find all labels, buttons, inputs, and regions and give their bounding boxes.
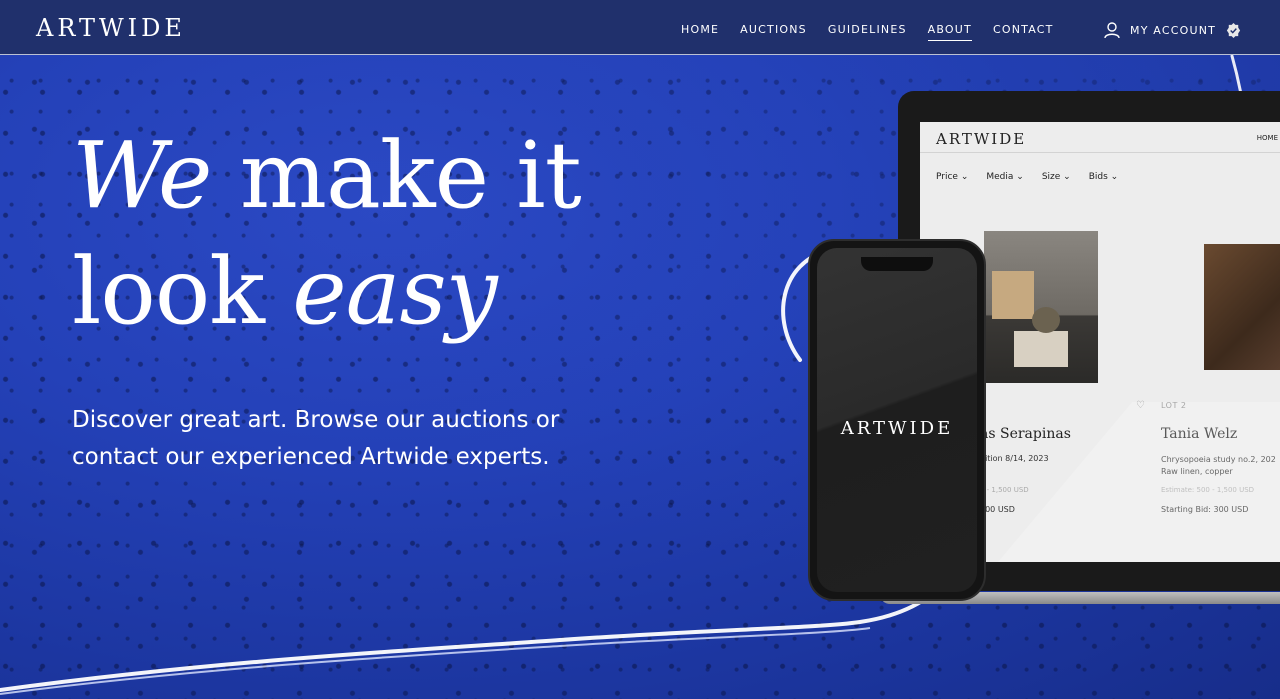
artwork-image-1 xyxy=(984,231,1098,383)
nav-home[interactable]: HOME xyxy=(681,23,719,41)
phone-screen: ARTWIDE xyxy=(817,248,977,592)
filter-bids: Bids xyxy=(1089,172,1118,182)
nav-about[interactable]: ABOUT xyxy=(927,23,972,41)
headline-emphasis-we: We xyxy=(72,122,213,229)
main-nav: HOME AUCTIONS GUIDELINES ABOUT CONTACT xyxy=(681,23,1075,41)
check-badge-icon xyxy=(1226,22,1241,38)
my-account-label: MY ACCOUNT xyxy=(1130,23,1217,37)
phone-logo: ARTWIDE xyxy=(840,418,954,439)
headline-emphasis-easy: easy xyxy=(292,238,497,345)
headline-make-it: make it xyxy=(211,122,582,229)
hero-subtext: Discover great art. Browse our auctions … xyxy=(72,407,560,470)
filter-media: Media xyxy=(986,172,1023,182)
nav-auctions[interactable]: AUCTIONS xyxy=(740,23,807,41)
phone-mockup: ARTWIDE xyxy=(808,239,986,601)
filter-price: Price xyxy=(936,172,968,182)
screen-filters: Price Media Size Bids xyxy=(936,172,1136,182)
screen-nav-home: HOME xyxy=(1256,134,1278,142)
artwork-image-2 xyxy=(1204,244,1280,370)
screen-logo: ARTWIDE xyxy=(936,130,1027,148)
artwide-logo[interactable]: ARTWIDE xyxy=(36,14,186,42)
nav-guidelines[interactable]: GUIDELINES xyxy=(828,23,907,41)
hero-headline: We make it look easy xyxy=(72,118,582,350)
my-account-link[interactable]: MY ACCOUNT xyxy=(1103,21,1242,39)
phone-notch xyxy=(861,257,933,271)
card1-artist: as Serapinas xyxy=(980,426,1071,442)
card1-meta: dition 8/14, 2023 xyxy=(980,454,1049,463)
site-header: ARTWIDE HOME AUCTIONS GUIDELINES ABOUT C… xyxy=(0,0,1280,55)
card1-estimate: 0 - 1,500 USD xyxy=(980,486,1029,494)
nav-contact[interactable]: CONTACT xyxy=(993,23,1054,41)
screen-divider xyxy=(920,152,1280,153)
filter-size: Size xyxy=(1042,172,1071,182)
user-icon xyxy=(1104,22,1120,39)
headline-look: look xyxy=(72,238,293,345)
